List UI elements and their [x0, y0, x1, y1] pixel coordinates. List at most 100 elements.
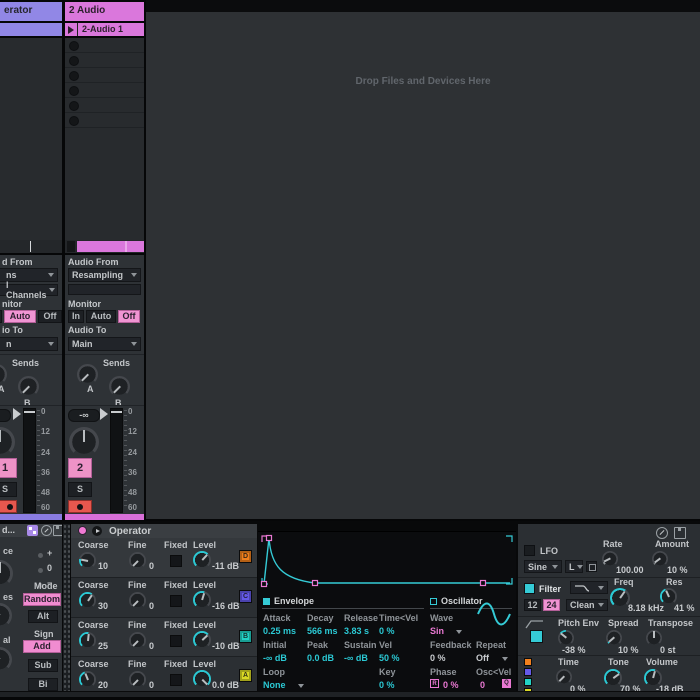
spread-value[interactable]: 10 %	[618, 645, 639, 655]
track-2-meter[interactable]	[110, 408, 123, 513]
quantize-button[interactable]: Q	[502, 679, 511, 688]
track-2-pan-knob[interactable]	[69, 427, 99, 457]
filter-toggle[interactable]	[524, 583, 535, 594]
offset-zero-radio[interactable]	[38, 568, 43, 573]
track-2-monitor-auto-button[interactable]: Auto	[86, 310, 116, 323]
sign-bi-button[interactable]: Bi	[28, 678, 58, 691]
repeat-value[interactable]: Off	[476, 653, 489, 663]
clip-stop-icon[interactable]	[69, 101, 79, 111]
timevel-value[interactable]: 0 %	[379, 626, 395, 636]
release-value[interactable]: 3.83 s	[344, 626, 369, 636]
sign-add-button[interactable]: Add	[23, 640, 61, 653]
lfo-rate-value[interactable]: 100.00	[616, 565, 644, 575]
track-1-arm-button[interactable]	[0, 500, 17, 513]
decay-value[interactable]: 566 ms	[307, 626, 338, 636]
track-1-volume-display[interactable]: -∞	[0, 409, 11, 422]
osc-c-selector[interactable]: C	[239, 590, 252, 603]
hot-swap-icon[interactable]	[41, 525, 52, 536]
osc-c-level-value[interactable]: -16 dB	[212, 601, 240, 611]
track-2-channel-select[interactable]	[68, 284, 141, 295]
random-scale-knob[interactable]	[0, 647, 12, 672]
operator-title-bar[interactable]: Operator	[71, 524, 257, 538]
osc-d-fine-value[interactable]: 0	[149, 561, 154, 571]
track-1-monitor-auto-button[interactable]: Auto	[4, 310, 36, 323]
track-2-input-select[interactable]: Resampling	[68, 268, 141, 282]
track-1-slot-grid[interactable]	[0, 38, 62, 240]
random-choices-knob[interactable]	[0, 603, 12, 628]
osc-c-coarse-knob[interactable]	[79, 592, 96, 609]
mode-random-button[interactable]: Random	[23, 593, 61, 606]
track-2-monitor-off-button[interactable]: Off	[118, 310, 140, 323]
osc-b-selector[interactable]: B	[239, 630, 252, 643]
clip-launch-button[interactable]	[65, 23, 78, 36]
track-2-clip[interactable]: 2-Audio 1	[65, 23, 144, 36]
track-2-output-select[interactable]: Main	[68, 337, 141, 351]
transpose-value[interactable]: 0 st	[660, 645, 676, 655]
osc-c-indicator[interactable]	[524, 668, 532, 676]
lfo-wave-select[interactable]: Sine	[524, 560, 562, 573]
track-1-send-a-knob[interactable]	[0, 364, 7, 385]
pitch-env-value[interactable]: -38 %	[562, 645, 586, 655]
map-icon[interactable]	[27, 525, 38, 536]
clip-slot[interactable]	[65, 68, 144, 83]
filter-slope-12-button[interactable]: 12	[524, 599, 541, 611]
lfo-amount-knob[interactable]	[652, 551, 668, 567]
clip-stop-icon[interactable]	[69, 41, 79, 51]
clip-stop-icon[interactable]	[69, 56, 79, 66]
osc-d-coarse-value[interactable]: 10	[98, 561, 108, 571]
lfo-range-select[interactable]: L	[565, 560, 583, 573]
filter-circuit-select[interactable]: Clean	[566, 599, 608, 611]
filter-res-value[interactable]: 41 %	[674, 603, 695, 613]
spread-knob[interactable]	[606, 630, 622, 646]
clip-slot[interactable]	[65, 53, 144, 68]
peak-value[interactable]: 0.0 dB	[307, 653, 334, 663]
osc-a-level-knob[interactable]	[193, 670, 211, 688]
osc-b-indicator[interactable]	[524, 678, 532, 686]
oscvel-value[interactable]: 0	[480, 680, 485, 690]
initial-value[interactable]: -∞ dB	[263, 653, 287, 663]
tab-envelope[interactable]: Envelope	[274, 596, 314, 606]
osc-a-fixed-toggle[interactable]	[170, 674, 182, 686]
vel-value[interactable]: 50 %	[379, 653, 400, 663]
transpose-knob[interactable]	[646, 630, 662, 646]
osc-c-level-knob[interactable]	[193, 591, 211, 609]
device-activator-icon[interactable]	[78, 526, 87, 535]
track-2-send-a-knob[interactable]	[77, 364, 98, 385]
attack-value[interactable]: 0.25 ms	[263, 626, 296, 636]
wave-value[interactable]: Sin	[430, 626, 444, 636]
pitch-env-knob[interactable]	[558, 630, 574, 646]
track-2-fader-handle[interactable]	[100, 408, 108, 420]
track-1-solo-button[interactable]: S	[0, 482, 17, 497]
clip-stop-icon[interactable]	[69, 116, 79, 126]
osc-d-fixed-toggle[interactable]	[170, 555, 182, 567]
save-preset-icon[interactable]	[53, 525, 62, 536]
osc-c-coarse-value[interactable]: 30	[98, 601, 108, 611]
pitch-env-toggle[interactable]	[530, 630, 543, 643]
osc-c-fixed-toggle[interactable]	[170, 595, 182, 607]
track-2-monitor-in-button[interactable]: In	[68, 310, 84, 323]
osc-d-coarse-knob[interactable]	[79, 552, 96, 569]
osc-d-level-knob[interactable]	[193, 551, 211, 569]
osc-d-selector[interactable]: D	[239, 550, 252, 563]
mode-alt-button[interactable]: Alt	[28, 610, 58, 623]
phase-value[interactable]: 0 %	[443, 680, 459, 690]
lfo-amount-value[interactable]: 10 %	[667, 565, 688, 575]
osc-b-fine-value[interactable]: 0	[149, 641, 154, 651]
session-drop-area[interactable]: Drop Files and Devices Here	[146, 0, 700, 519]
sustain-value[interactable]: -∞ dB	[344, 653, 368, 663]
device-divider[interactable]	[63, 524, 70, 697]
track-1-send-b-knob[interactable]	[18, 376, 39, 397]
track-1-pan-knob[interactable]	[0, 427, 15, 457]
osc-c-fine-knob[interactable]	[129, 592, 146, 609]
track-1-channel-select[interactable]: l Channels	[0, 284, 58, 296]
phase-retrigger-button[interactable]: R	[430, 679, 439, 688]
loop-value[interactable]: None	[263, 680, 286, 690]
device-fold-button[interactable]	[92, 526, 102, 536]
track-2-volume-display[interactable]: -∞	[68, 409, 100, 422]
osc-b-coarse-knob[interactable]	[79, 632, 96, 649]
osc-b-level-knob[interactable]	[193, 631, 211, 649]
clip-slot[interactable]	[65, 38, 144, 53]
lfo-retrigger-button[interactable]	[586, 561, 597, 572]
track-1-monitor-off-button[interactable]: Off	[38, 310, 62, 323]
osc-a-fine-knob[interactable]	[129, 671, 146, 688]
